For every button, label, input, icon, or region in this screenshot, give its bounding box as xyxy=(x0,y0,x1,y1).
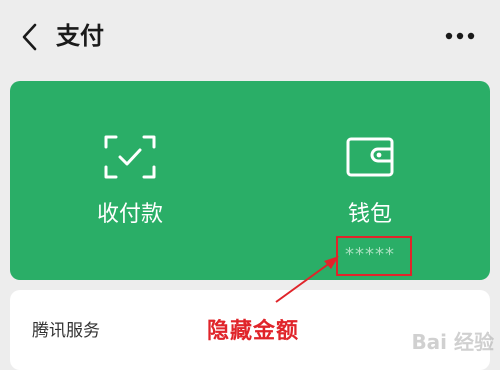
payment-card: 收付款 钱包 ***** xyxy=(10,81,490,280)
receive-pay-button[interactable]: 收付款 xyxy=(10,81,250,280)
back-button[interactable] xyxy=(14,20,44,54)
watermark-logo: Bai 经验 xyxy=(411,330,494,354)
scan-check-icon xyxy=(104,135,156,179)
top-bar: 支付 xyxy=(0,0,500,70)
page-title: 支付 xyxy=(56,22,104,50)
chevron-left-icon xyxy=(22,23,37,51)
section-title: 腾讯服务 xyxy=(32,321,100,341)
more-button[interactable] xyxy=(440,22,480,50)
receive-pay-label: 收付款 xyxy=(96,202,163,227)
annotation-label: 隐藏金额 xyxy=(207,319,300,344)
wallet-icon xyxy=(346,137,394,177)
wallet-label: 钱包 xyxy=(347,202,392,227)
annotation-highlight-box xyxy=(336,236,412,276)
more-dots-icon xyxy=(445,32,475,40)
